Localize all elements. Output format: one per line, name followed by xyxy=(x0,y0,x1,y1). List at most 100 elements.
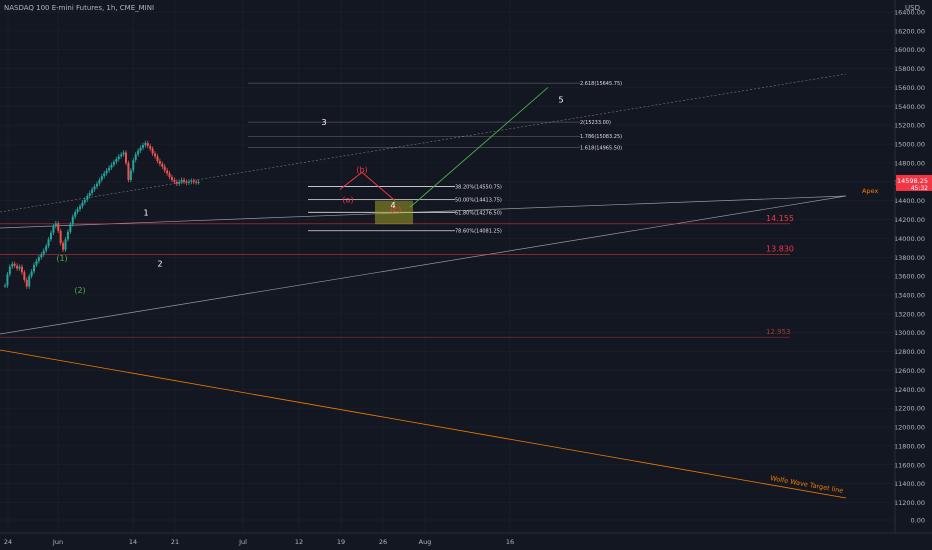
candle-body xyxy=(158,161,161,164)
y-tick-label: 13600.00 xyxy=(894,273,925,281)
y-tick-label: 15800.00 xyxy=(894,65,925,73)
candle-body xyxy=(120,154,123,157)
candle-body xyxy=(146,143,149,146)
x-tick-label: 12 xyxy=(295,538,303,546)
fib-level-label: 1.618(14965.50) xyxy=(580,145,622,151)
candle-body xyxy=(16,265,19,269)
candle-body xyxy=(98,179,101,184)
candle-body xyxy=(137,150,140,155)
candle-body xyxy=(173,179,176,182)
y-tick-label: 12800.00 xyxy=(894,348,925,356)
candle-body xyxy=(35,261,38,265)
candle-body xyxy=(91,189,94,194)
y-tick-label: 14000.00 xyxy=(894,235,925,243)
wave-label: (b) xyxy=(356,165,367,174)
candle-body xyxy=(185,181,188,183)
time-axis[interactable]: 24 Jun 14 21 Jul 12 19 26 Aug 16 xyxy=(0,532,932,550)
candle-body xyxy=(125,152,127,163)
candle-body xyxy=(166,170,169,174)
candle-body xyxy=(95,183,98,187)
x-tick-label: 14 xyxy=(129,538,137,546)
candle-body xyxy=(13,263,16,266)
candle-body xyxy=(40,254,43,258)
price-level-label: 14.155 xyxy=(766,214,794,223)
candle-body xyxy=(129,170,132,180)
candle-body xyxy=(183,179,186,182)
symbol-title: NASDAQ 100 E-mini Futures, 1h, CME_MINI xyxy=(4,4,154,12)
fib-level-label: 50.00%(14413.75) xyxy=(455,197,502,203)
chart-window: Apex Wolfe Wave Target line 14.155 13.830 12… xyxy=(0,0,932,550)
fib-level-label: 2(15233.00) xyxy=(580,120,611,126)
candle-body xyxy=(127,162,130,180)
y-tick-label: 14800.00 xyxy=(894,159,925,167)
fib-level-label: 78.60%(14081.25) xyxy=(455,229,502,235)
wave-label: 3 xyxy=(321,118,326,127)
y-tick-label: 12200.00 xyxy=(894,405,925,413)
wave-label: 5 xyxy=(558,96,563,105)
candle-body xyxy=(88,193,91,196)
y-tick-label: 14400.00 xyxy=(894,197,925,205)
candle-body xyxy=(11,263,14,267)
candle-body xyxy=(180,179,183,182)
candle-body xyxy=(141,145,144,148)
y-tick-label: 15400.00 xyxy=(894,103,925,111)
y-tick-label: 16200.00 xyxy=(894,27,925,35)
candle-body xyxy=(100,176,103,180)
y-tick-label: 11600.00 xyxy=(894,461,925,469)
price-level-label: 12.953 xyxy=(766,328,791,336)
y-tick-label: 11400.00 xyxy=(894,480,925,488)
candle-body xyxy=(190,180,193,182)
candle-body xyxy=(20,266,23,273)
x-tick-label: 26 xyxy=(379,538,387,546)
y-tick-label: 14200.00 xyxy=(894,216,925,224)
fib-level-label: 61.80%(14276.50) xyxy=(455,210,502,216)
candle-body xyxy=(178,181,181,184)
candle-body xyxy=(52,226,55,233)
candle-body xyxy=(187,181,190,183)
candle-body xyxy=(151,148,154,154)
x-tick-label: 19 xyxy=(337,538,345,546)
y-tick-label: 12000.00 xyxy=(894,424,925,432)
y-tick-label: 16000.00 xyxy=(894,46,925,54)
candle-body xyxy=(168,173,171,178)
candle-body xyxy=(195,181,198,183)
candle-body xyxy=(161,163,164,167)
y-tick-label: 13400.00 xyxy=(894,291,925,299)
candle-body xyxy=(59,230,62,244)
candle-body xyxy=(103,173,106,177)
candle-body xyxy=(4,285,6,287)
candle-body xyxy=(71,216,74,225)
fib-level-label: 2.618(15645.75) xyxy=(580,81,622,87)
candle-body xyxy=(54,223,57,227)
chart-background xyxy=(0,0,932,550)
candle-body xyxy=(110,164,113,168)
candle-body xyxy=(86,195,89,200)
current-price-label: 14598.25 xyxy=(897,177,928,185)
candle-body xyxy=(8,266,11,275)
candle-body xyxy=(6,274,9,286)
candle-body xyxy=(37,257,40,262)
x-tick-label: Jun xyxy=(52,538,63,546)
price-level-label: 13.830 xyxy=(766,244,794,253)
countdown-label: 45:32 xyxy=(911,185,928,192)
candle-body xyxy=(112,161,115,165)
candle-body xyxy=(28,276,31,287)
candle-body xyxy=(115,159,118,162)
candle-body xyxy=(30,271,33,277)
candle-body xyxy=(42,250,45,255)
y-tick-label: 15200.00 xyxy=(894,122,925,130)
price-chart[interactable]: ApexWolfe Wave Target line14.15513.83012… xyxy=(0,0,932,550)
candle-body xyxy=(23,272,26,280)
candle-body xyxy=(81,202,84,207)
candle-body xyxy=(108,167,111,171)
y-tick-label: 13200.00 xyxy=(894,310,925,318)
candle-body xyxy=(134,154,137,161)
candle-body xyxy=(139,147,142,151)
wave-label: (2) xyxy=(74,286,85,295)
fib-level-label: 1.786(15083.25) xyxy=(580,134,622,140)
candle-body xyxy=(117,156,120,160)
wave-label: 2 xyxy=(157,260,162,269)
x-tick-label: 21 xyxy=(171,538,179,546)
x-tick-label: Aug xyxy=(419,538,432,546)
candle-body xyxy=(93,186,96,190)
